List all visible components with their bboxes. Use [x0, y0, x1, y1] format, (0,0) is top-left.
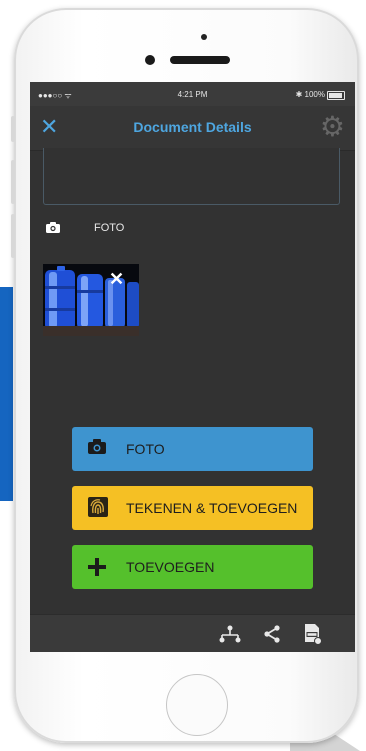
- photo-thumbnail[interactable]: ✕: [43, 264, 139, 336]
- take-photo-label: FOTO: [126, 441, 165, 457]
- earpiece-speaker: [170, 56, 230, 64]
- mute-switch: [11, 116, 15, 142]
- volume-up-button: [11, 160, 15, 204]
- photos-section-label: FOTO: [94, 222, 125, 234]
- add-label: TOEVOEGEN: [126, 559, 215, 575]
- take-photo-button[interactable]: FOTO: [72, 427, 313, 471]
- camera-icon: [88, 439, 106, 454]
- gear-icon[interactable]: ⚙: [320, 112, 345, 142]
- network-icon[interactable]: [219, 625, 241, 643]
- battery-percentage: ✱ 100%: [295, 90, 325, 99]
- proximity-sensor: [145, 55, 155, 65]
- battery-icon: [327, 91, 345, 100]
- page-title: Document Details: [133, 119, 252, 135]
- status-bar: ●●●○○ ᯤ 4:21 PM ✱ 100%: [30, 82, 355, 106]
- app-screen: ●●●○○ ᯤ 4:21 PM ✱ 100% ✕ Document Detail…: [30, 82, 355, 652]
- add-button[interactable]: TOEVOEGEN: [72, 545, 313, 589]
- bottom-toolbar: [30, 614, 355, 652]
- front-camera: [201, 34, 207, 40]
- blue-barrels-photo: [43, 264, 139, 336]
- share-icon[interactable]: [263, 625, 281, 643]
- pdf-icon[interactable]: [304, 623, 322, 645]
- volume-down-button: [11, 214, 15, 258]
- remove-photo-icon[interactable]: ✕: [109, 270, 124, 288]
- document-notes-field[interactable]: [43, 148, 340, 205]
- home-button[interactable]: [166, 674, 228, 736]
- draw-and-add-button[interactable]: TEKENEN & TOEVOEGEN: [72, 486, 313, 530]
- draw-and-add-label: TEKENEN & TOEVOEGEN: [126, 500, 298, 516]
- camera-icon: [46, 222, 60, 233]
- plus-icon: [88, 558, 106, 576]
- background-blue-panel: [0, 287, 13, 501]
- fingerprint-icon: [88, 497, 108, 517]
- nav-bar: ✕ Document Details ⚙: [30, 106, 355, 151]
